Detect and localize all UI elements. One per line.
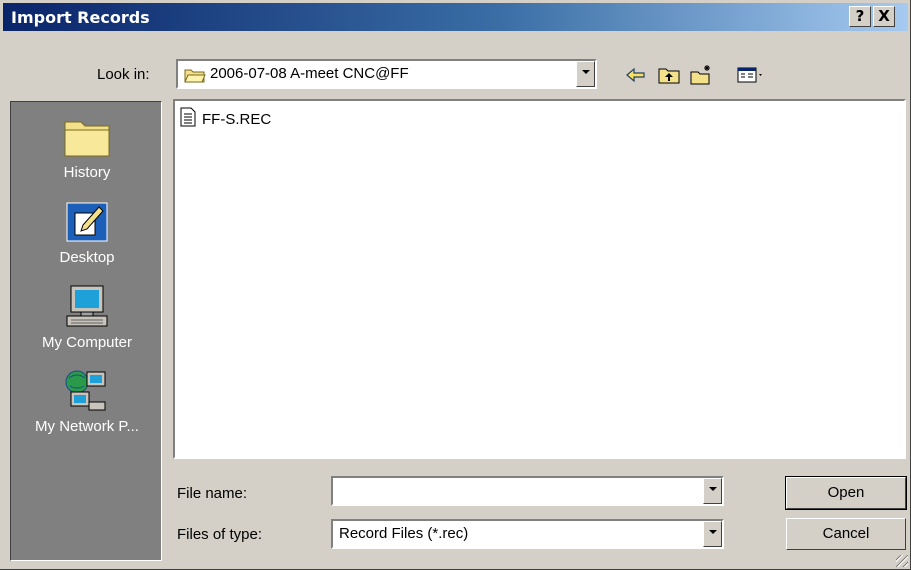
place-my-network[interactable]: My Network P... <box>11 368 163 435</box>
up-folder-icon[interactable] <box>657 64 681 86</box>
file-name-dropdown-button[interactable] <box>703 478 722 504</box>
file-name-combo[interactable] <box>331 476 724 506</box>
resize-grip[interactable] <box>896 555 908 567</box>
file-type-value: Record Files (*.rec) <box>339 525 469 542</box>
place-my-computer-label: My Computer <box>41 334 133 351</box>
close-button[interactable]: X <box>873 6 895 27</box>
help-button[interactable]: ? <box>849 6 871 27</box>
place-history-label: History <box>63 164 111 181</box>
view-menu-icon[interactable] <box>736 64 766 86</box>
file-name-text: FF-S.REC <box>202 110 272 128</box>
look-in-dropdown-button[interactable] <box>576 61 595 87</box>
list-item[interactable]: FF-S.REC <box>180 107 271 131</box>
look-in-label: Look in: <box>97 66 150 83</box>
file-type-dropdown-button[interactable] <box>703 521 722 547</box>
new-folder-icon[interactable] <box>689 64 713 86</box>
place-my-network-label: My Network P... <box>35 418 139 435</box>
file-type-label: Files of type: <box>177 526 263 543</box>
text-file-icon <box>180 107 196 131</box>
place-desktop[interactable]: Desktop <box>11 199 163 266</box>
open-button[interactable]: Open <box>785 476 907 510</box>
look-in-combo[interactable]: 2006-07-08 A-meet CNC@FF <box>176 59 597 89</box>
place-desktop-label: Desktop <box>59 249 115 266</box>
look-in-value: 2006-07-08 A-meet CNC@FF <box>210 65 409 82</box>
desktop-icon <box>61 199 113 245</box>
title-bar[interactable]: Import Records ? X <box>3 3 908 31</box>
file-list[interactable]: FF-S.REC <box>173 99 906 459</box>
history-folder-icon <box>61 114 113 160</box>
back-icon[interactable] <box>624 64 648 86</box>
network-places-icon <box>61 368 113 414</box>
place-my-computer[interactable]: My Computer <box>11 284 163 351</box>
place-history[interactable]: History <box>11 114 163 181</box>
places-bar: History Desktop My Computer My Network P… <box>10 101 162 561</box>
file-name-label: File name: <box>177 485 248 502</box>
my-computer-icon <box>61 284 113 330</box>
import-records-dialog: Import Records ? X Look in: 2006-07-08 A… <box>0 0 911 570</box>
open-folder-icon <box>184 67 206 87</box>
cancel-button[interactable]: Cancel <box>786 518 906 550</box>
file-type-select[interactable]: Record Files (*.rec) <box>331 519 724 549</box>
dialog-title: Import Records <box>11 8 150 27</box>
